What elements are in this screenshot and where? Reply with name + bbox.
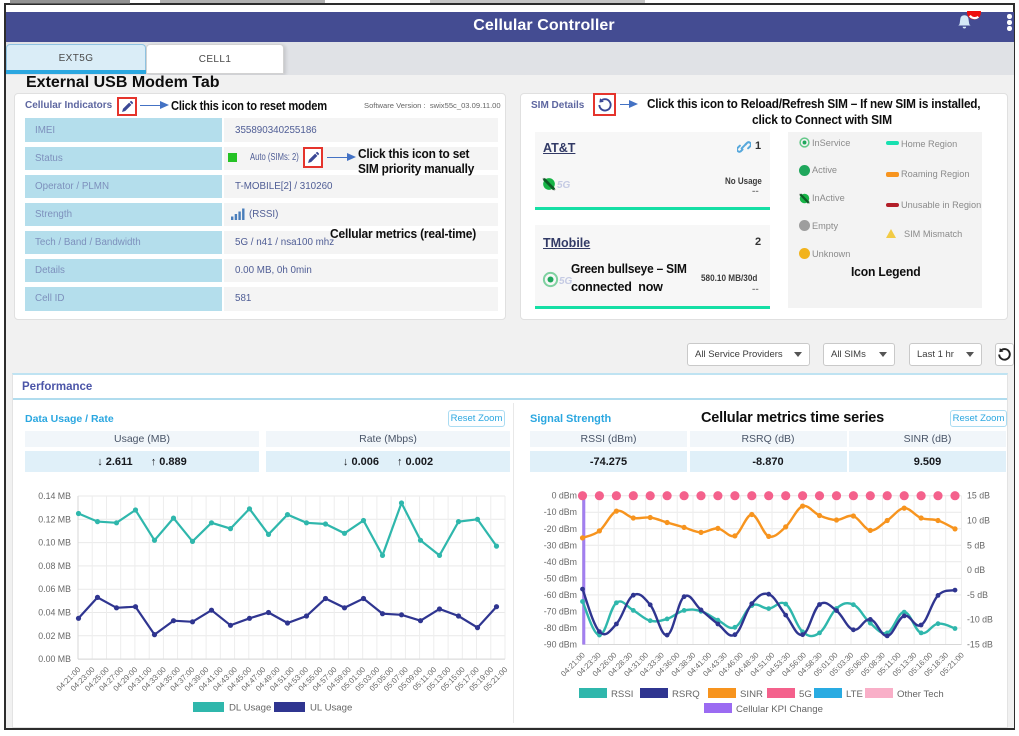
svg-text:5 dB: 5 dB: [967, 540, 985, 550]
svg-text:15 dB: 15 dB: [967, 491, 990, 501]
svg-text:-10 dB: -10 dB: [967, 615, 993, 625]
svg-text:10 dB: 10 dB: [967, 516, 990, 526]
svg-text:-80 dBm: -80 dBm: [544, 623, 577, 633]
svg-text:-20 dBm: -20 dBm: [544, 524, 577, 534]
svg-text:-5 dB: -5 dB: [967, 590, 988, 600]
svg-text:0.04 MB: 0.04 MB: [38, 608, 71, 618]
svg-text:-40 dBm: -40 dBm: [544, 557, 577, 567]
svg-text:-30 dBm: -30 dBm: [544, 540, 577, 550]
svg-text:-10 dBm: -10 dBm: [544, 507, 577, 517]
svg-text:5G: 5G: [799, 689, 812, 700]
svg-text:LTE: LTE: [846, 689, 863, 700]
svg-text:-50 dBm: -50 dBm: [544, 573, 577, 583]
svg-text:-15 dB: -15 dB: [967, 640, 993, 650]
svg-text:0.00 MB: 0.00 MB: [38, 654, 71, 664]
svg-text:-60 dBm: -60 dBm: [544, 590, 577, 600]
svg-text:RSSI: RSSI: [611, 689, 633, 700]
svg-text:UL Usage: UL Usage: [310, 703, 352, 714]
svg-text:RSRQ: RSRQ: [672, 689, 700, 700]
svg-text:DL Usage: DL Usage: [229, 703, 271, 714]
svg-text:0.12 MB: 0.12 MB: [38, 514, 71, 524]
svg-text:-90 dBm: -90 dBm: [544, 640, 577, 650]
svg-text:Other Tech: Other Tech: [897, 689, 944, 700]
svg-text:0.06 MB: 0.06 MB: [38, 584, 71, 594]
svg-text:0.10 MB: 0.10 MB: [38, 538, 71, 548]
svg-text:0.14 MB: 0.14 MB: [38, 491, 71, 501]
svg-text:0 dBm: 0 dBm: [552, 491, 577, 501]
svg-text:0.02 MB: 0.02 MB: [38, 631, 71, 641]
svg-text:-70 dBm: -70 dBm: [544, 606, 577, 616]
svg-text:Cellular KPI Change: Cellular KPI Change: [736, 704, 823, 715]
svg-text:0 dB: 0 dB: [967, 565, 985, 575]
svg-text:SINR: SINR: [740, 689, 763, 700]
svg-text:0.08 MB: 0.08 MB: [38, 561, 71, 571]
